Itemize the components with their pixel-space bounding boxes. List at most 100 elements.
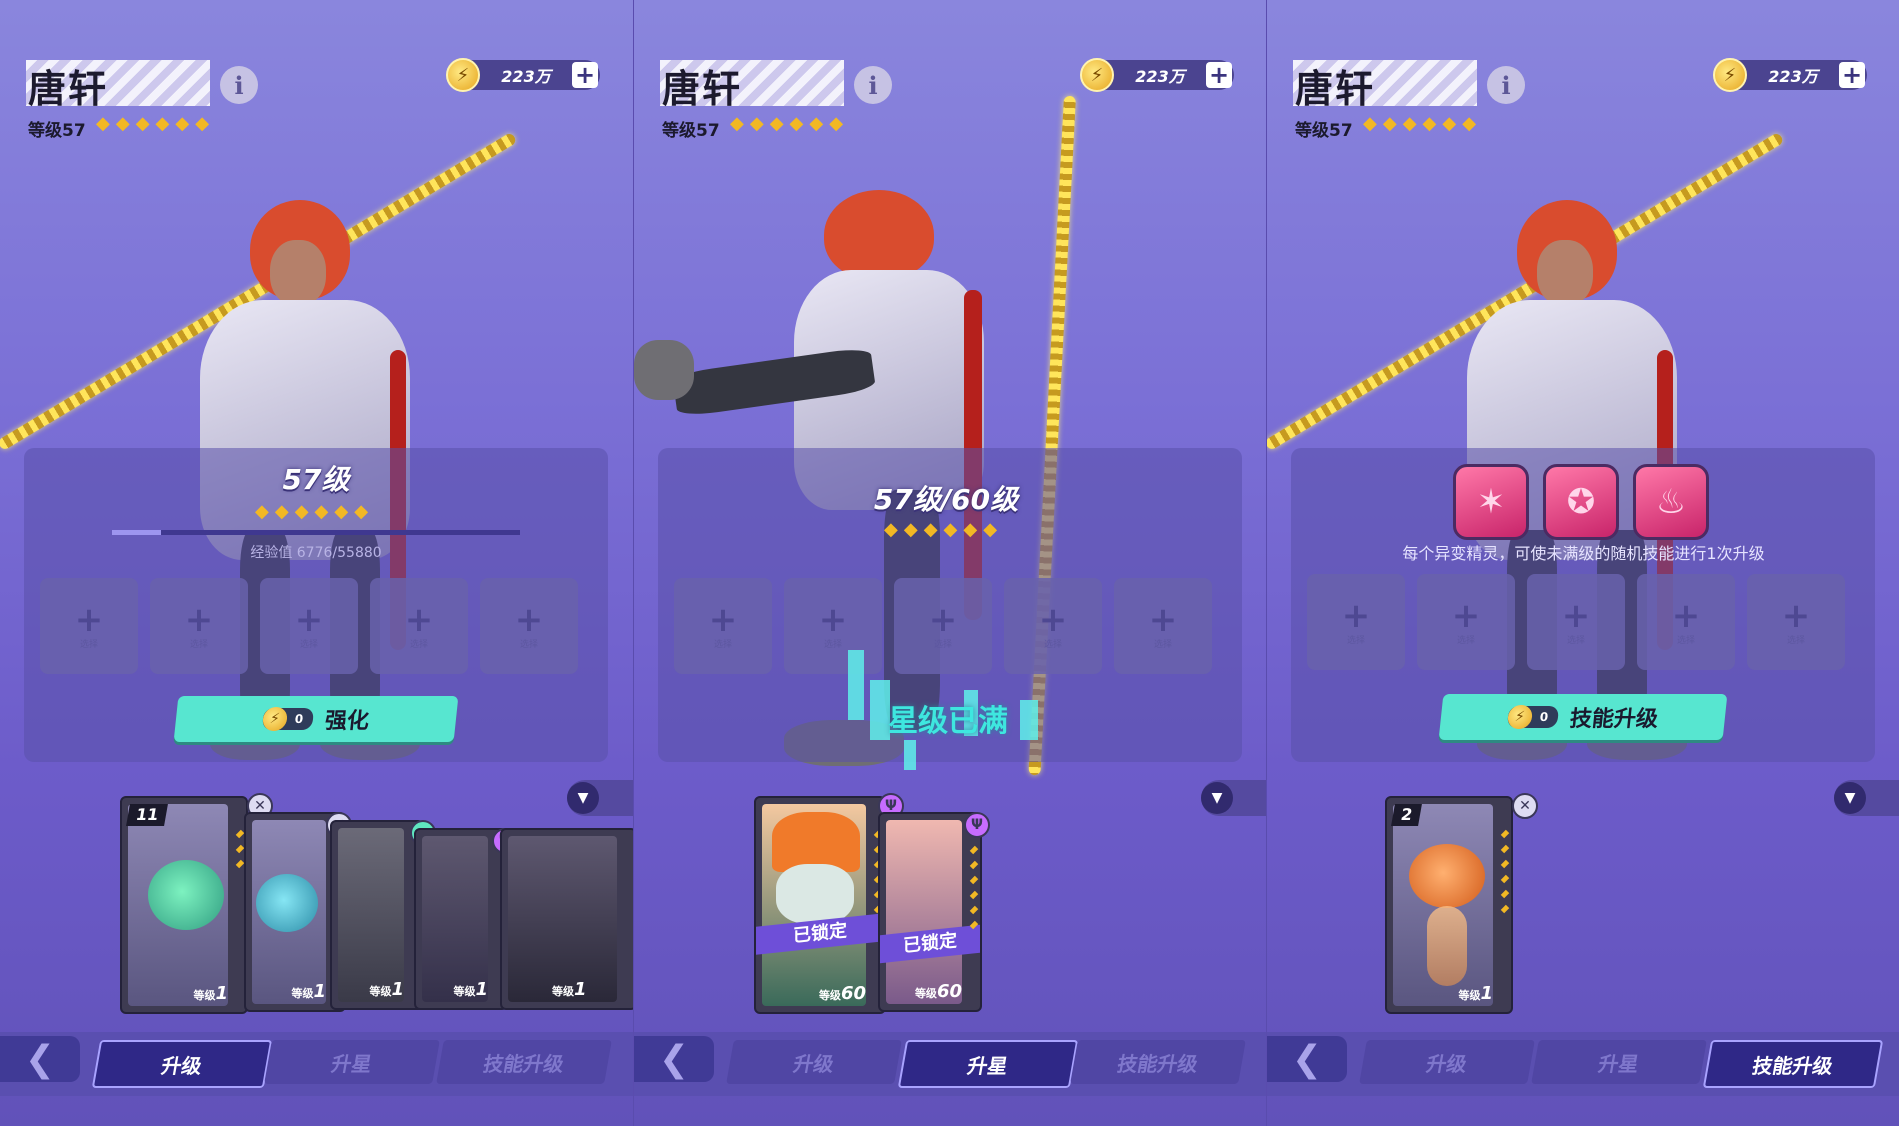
star-icon: ◆ [963,519,978,540]
spirit-portrait [772,812,860,872]
tab-star-up[interactable]: 升星 [264,1040,440,1084]
currency-display: ⚡ 223万 + [1713,58,1867,92]
material-slot[interactable]: + 选择 [370,578,468,674]
cost-value: 0 [294,712,304,726]
star-icon: ◆ [809,113,824,134]
spirit-card[interactable]: 等级1 [500,828,633,1010]
tab-upgrade[interactable]: 升级 [726,1040,902,1084]
spirit-card[interactable]: 2 等级1 [1385,796,1513,1014]
material-slot[interactable]: + 选择 [260,578,358,674]
xp-text: 经验值 6776/55880 [250,545,382,561]
plus-icon: + [74,599,104,640]
level-stars: ◆ ◆ ◆ ◆ ◆ ◆ [884,520,997,540]
flame-skill-icon[interactable]: ♨ [1633,464,1709,540]
tab-upgrade[interactable]: 升级 [1359,1040,1535,1084]
material-slot[interactable]: + 选择 [784,578,882,674]
tab-skill-up[interactable]: 技能升级 [436,1040,612,1084]
material-slot[interactable]: + 选择 [1637,574,1735,670]
filter-funnel-icon: ▼ [1834,782,1866,814]
back-button[interactable]: ❮ [634,1036,714,1082]
spirit-portrait [776,864,854,924]
slot-label: 选择 [713,639,732,650]
enhance-button[interactable]: ⚡ 0 强化 [173,696,459,742]
card-level: 等级1 [552,979,587,1000]
element-badge-icon: ✕ [1512,793,1538,819]
spirit-card[interactable]: 11 等级1 [120,796,248,1014]
material-slot[interactable]: + 选择 [1527,574,1625,670]
material-slot[interactable]: + 选择 [1307,574,1405,670]
material-slots: + 选择 + 选择 + 选择 + 选择 + 选择 [1307,574,1845,670]
currency-amount: 223万 [501,67,551,86]
add-currency-button[interactable]: + [572,61,598,89]
coin-icon: ⚡ [1080,58,1114,92]
star-icon: ◆ [115,113,130,134]
material-slot[interactable]: + 选择 [480,578,578,674]
star-icon: ◆ [255,501,269,522]
glitch-effect [1020,700,1038,740]
star-icon: ◆ [294,501,309,522]
coin-icon: ⚡ [261,707,289,731]
spirit-card[interactable]: 已锁定 等级60 [878,812,982,1012]
tab-skill-up[interactable]: 技能升级 [1070,1040,1246,1084]
star-icon: ◆ [923,519,938,540]
star-icon: ◆ [175,113,190,134]
material-slot[interactable]: + 选择 [1114,578,1212,674]
character-level: 等级57 [662,121,720,141]
level-display: 57级 [282,463,350,496]
plus-icon: + [708,599,738,640]
star-icon: ◆ [314,501,329,522]
add-currency-button[interactable]: + [1206,61,1232,89]
info-icon[interactable]: i [1487,66,1525,104]
back-button[interactable]: ❮ [1267,1036,1347,1082]
info-icon[interactable]: i [220,66,258,104]
star-icon: ◆ [1422,113,1437,134]
filter-button[interactable]: ▼ [1834,780,1899,816]
material-slot[interactable]: + 选择 [894,578,992,674]
info-icon[interactable]: i [854,66,892,104]
material-slot[interactable]: + 选择 [40,578,138,674]
spirit-card[interactable]: 已锁定 等级60 [754,796,886,1014]
back-button[interactable]: ❮ [0,1036,80,1082]
star-icon: ◆ [195,113,210,134]
character-name: 唐轩 [1295,67,1376,111]
material-slot[interactable]: + 选择 [674,578,772,674]
card-count: 11 [126,804,169,826]
slot-label: 选择 [1153,639,1172,650]
coin-icon: ⚡ [1506,705,1534,729]
slot-label: 选择 [933,639,952,650]
plus-icon: + [1451,595,1481,636]
tab-star-up[interactable]: 升星 [1531,1040,1707,1084]
element-badge-icon: Ψ [964,812,990,838]
plus-icon: + [1148,599,1178,640]
star-rating: ◆ ◆ ◆ ◆ ◆ ◆ [96,114,209,134]
spirit-card[interactable]: 等级1 [330,820,424,1010]
star-icon: ◆ [903,519,918,540]
cost-display: ⚡ 0 [1506,705,1560,729]
filter-button[interactable]: ▼ [567,780,633,816]
spirit-card[interactable]: 等级1 [414,828,508,1010]
level-stars: ◆ ◆ ◆ ◆ ◆ ◆ [255,502,368,522]
material-slot[interactable]: + 选择 [1417,574,1515,670]
plus-icon: + [1038,599,1068,640]
filter-button[interactable]: ▼ [1201,780,1267,816]
slash-skill-icon[interactable]: ✶ [1453,464,1529,540]
material-slots: + 选择 + 选择 + 选择 + 选择 + 选择 [674,578,1212,674]
star-icon: ◆ [334,501,349,522]
card-level: 等级1 [1458,983,1493,1004]
tab-star-up[interactable]: 升星 [897,1040,1079,1088]
tab-upgrade[interactable]: 升级 [91,1040,273,1088]
spirit-portrait [1409,844,1485,908]
spirit-portrait [256,874,318,932]
skill-upgrade-button[interactable]: ⚡ 0 技能升级 [1438,694,1728,740]
star-icon: ◆ [1462,113,1477,134]
add-currency-button[interactable]: + [1839,61,1865,89]
pentagram-skill-icon[interactable]: ✪ [1543,464,1619,540]
material-slot[interactable]: + 选择 [1004,578,1102,674]
card-count: 2 [1391,804,1423,826]
cost-value: 0 [1539,710,1549,724]
material-slot[interactable]: + 选择 [1747,574,1845,670]
spirit-portrait [1427,906,1467,986]
tab-skill-up[interactable]: 技能升级 [1702,1040,1884,1088]
material-slot[interactable]: + 选择 [150,578,248,674]
coin-icon: ⚡ [1713,58,1747,92]
